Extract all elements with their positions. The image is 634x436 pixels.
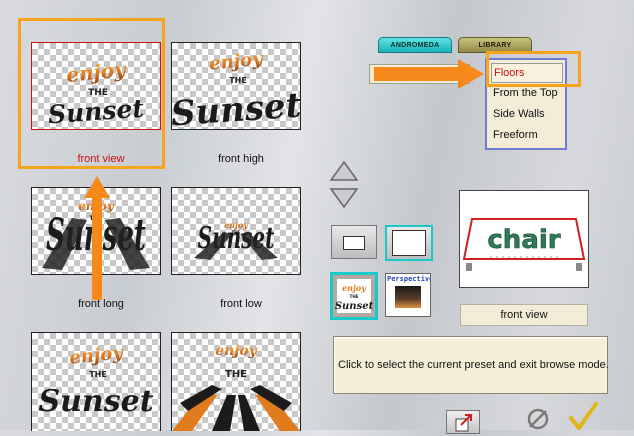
preview-art-text: chair: [487, 225, 560, 255]
perspective-thumb[interactable]: Perspective: [385, 273, 431, 317]
preset-preview: chair: [459, 190, 589, 288]
perspective-title: Perspective: [387, 275, 431, 283]
preset-thumb-row3-b[interactable]: enjoy THE: [171, 332, 301, 431]
sunset-artwork: enjoy THE Sunset: [38, 342, 153, 419]
preset-caption-front-low: front low: [220, 298, 262, 310]
preset-caption-front-high: front high: [218, 153, 264, 165]
triangle-down-icon[interactable]: [329, 187, 359, 209]
art-sunset: Sunset: [38, 384, 153, 419]
rectangle-filled-icon: [392, 230, 426, 256]
art-the: THE: [229, 76, 247, 85]
no-entry-icon[interactable]: [524, 405, 552, 430]
highlight-frame-selected-preset: [18, 18, 165, 169]
art-the: THE: [89, 370, 107, 379]
sunset-artwork-flat: enjoy THE Sunset: [194, 220, 278, 260]
art-enjoy: enjoy: [208, 48, 265, 75]
mini-sunset: Sunset: [335, 301, 374, 312]
triangle-up-icon[interactable]: [329, 160, 359, 182]
art-the: THE: [225, 369, 247, 380]
tab-andromeda[interactable]: ANDROMEDA: [378, 37, 452, 53]
art-enjoy: enjoy: [68, 342, 125, 369]
sunset-artwork: enjoy THE Sunset: [172, 48, 300, 129]
preset-thumb-front-high[interactable]: enjoy THE Sunset: [171, 42, 301, 130]
annotation-arrow-up: [84, 176, 110, 300]
preset-thumb-row3-a[interactable]: enjoy THE Sunset: [31, 332, 161, 431]
thin-frame-button[interactable]: [331, 225, 377, 259]
art-enjoy: enjoy: [215, 343, 257, 359]
checkmark-icon[interactable]: [568, 400, 600, 430]
annotation-arrow-right: [374, 59, 484, 89]
highlight-frame-floors: [486, 51, 581, 87]
status-message: Click to select the current preset and e…: [333, 336, 609, 394]
art-sunset: Sunset: [172, 85, 300, 129]
thick-frame-button[interactable]: [385, 225, 433, 261]
mini-enjoy: enjoy: [342, 283, 367, 293]
preset-thumb-front-low[interactable]: enjoy THE Sunset: [171, 187, 301, 275]
menu-item-freeform[interactable]: Freeform: [491, 126, 561, 144]
sunset-artwork-skewed: enjoy THE: [172, 343, 300, 431]
current-image-thumb[interactable]: enjoy THE Sunset: [330, 272, 378, 320]
rectangle-outline-icon: [343, 236, 365, 250]
preview-canvas: chair: [462, 218, 586, 271]
export-button[interactable]: [446, 410, 480, 434]
menu-item-side-walls[interactable]: Side Walls: [491, 105, 561, 123]
preview-label: front view: [460, 304, 588, 326]
mini-the: THE: [350, 294, 359, 299]
sunset-mini-artwork: enjoy THE Sunset: [335, 279, 374, 313]
perspective-image: [395, 286, 421, 308]
